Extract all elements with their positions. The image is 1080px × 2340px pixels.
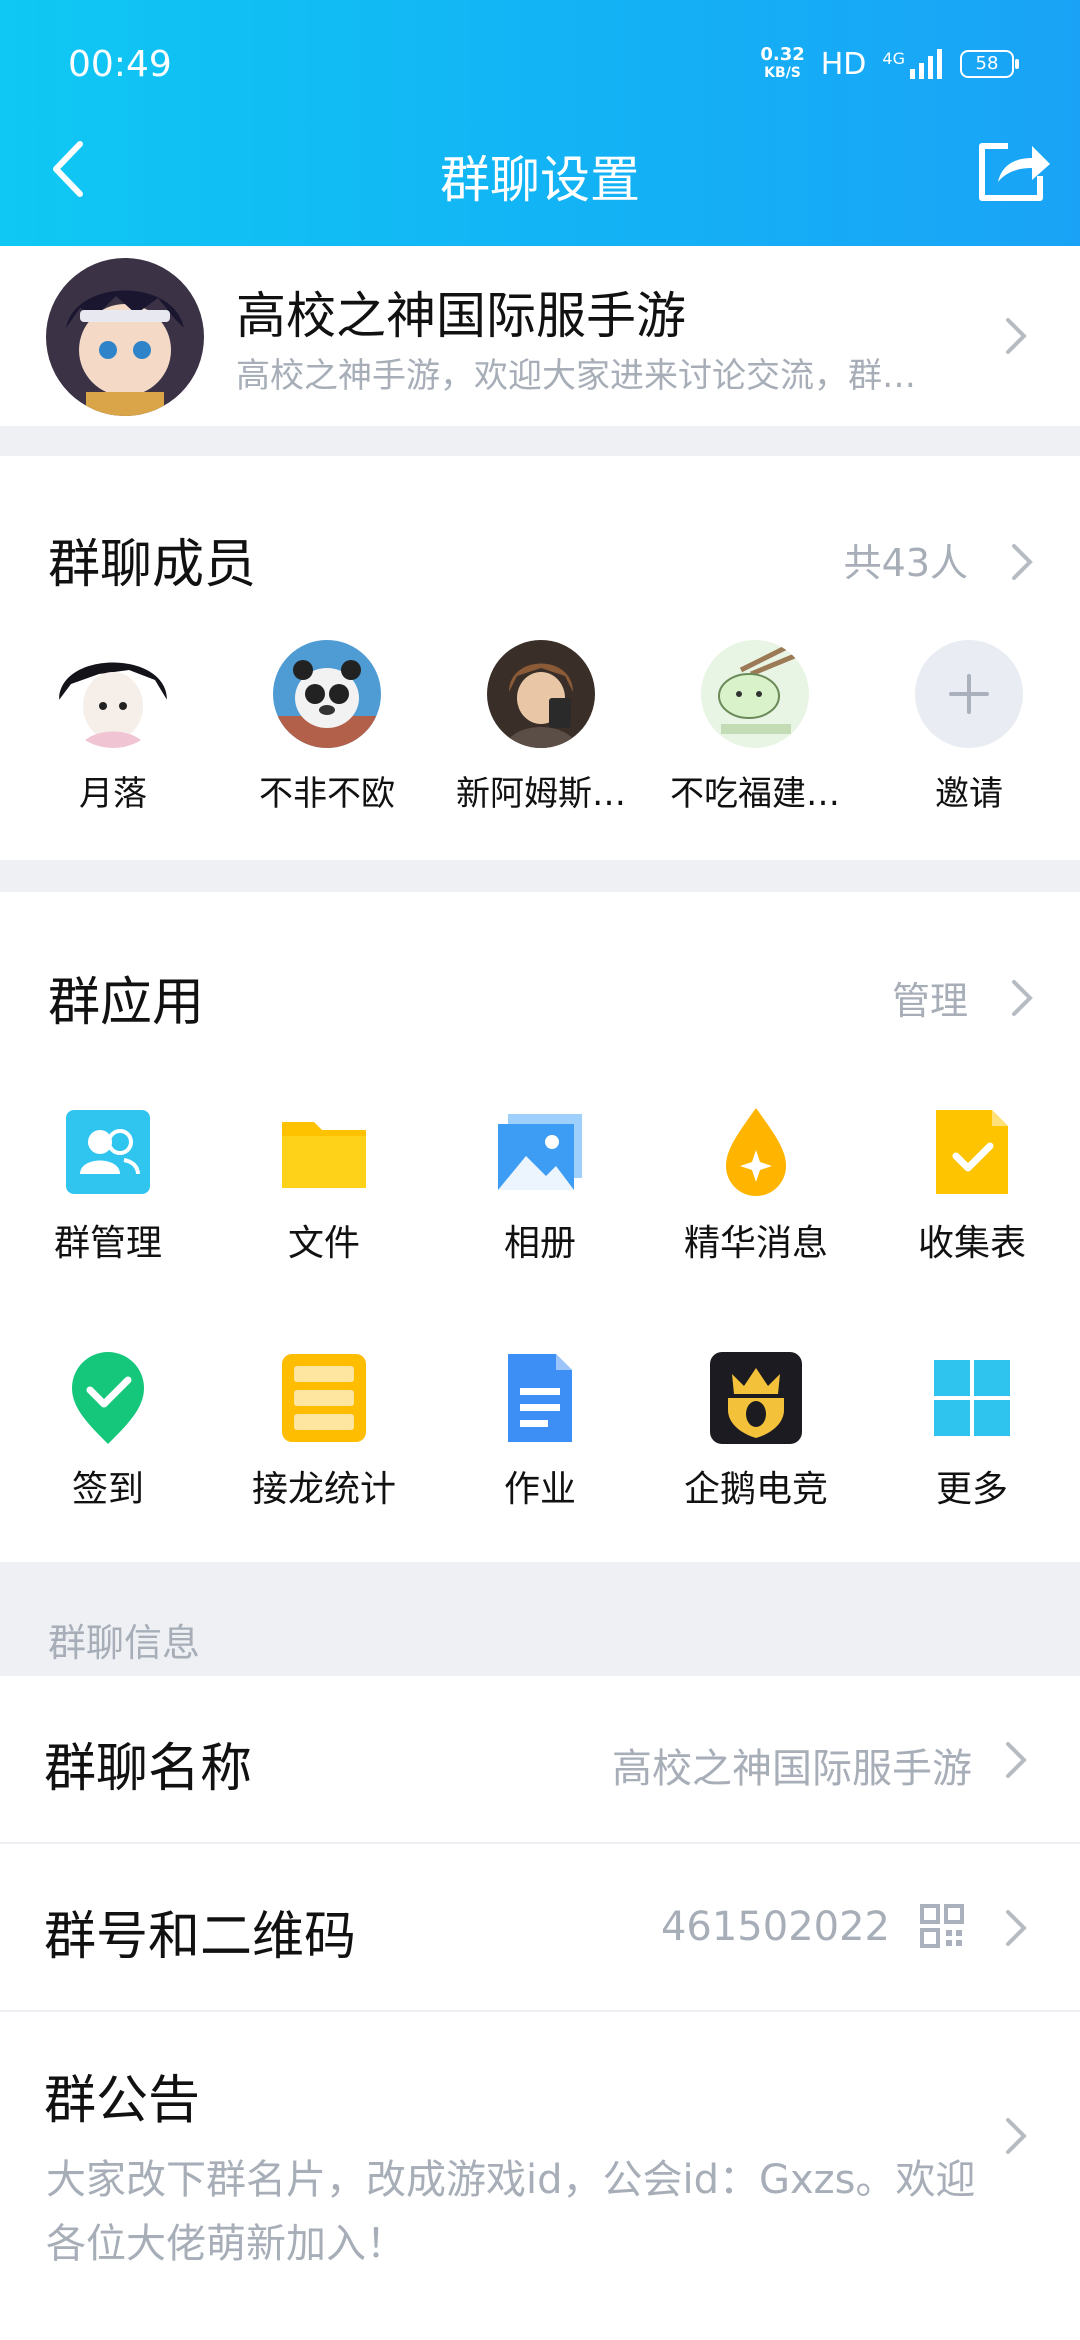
row-label: 群聊名称 — [44, 1739, 253, 1799]
share-icon — [979, 143, 1050, 201]
status-icons: 0.32 KB/S HD 4G 58 — [760, 46, 1019, 82]
member-avatar — [701, 640, 809, 748]
status-time: 00:49 — [68, 44, 172, 85]
invite-label: 邀请 — [935, 774, 1003, 814]
title-bar: 00:49 0.32 KB/S HD 4G 58 群聊设置 — [0, 0, 1080, 246]
chevron-right-icon — [1000, 314, 1030, 358]
chevron-right-icon[interactable] — [1006, 540, 1036, 584]
signal-icon: 4G — [882, 49, 944, 79]
group-info-header: 群聊信息 — [48, 1621, 201, 1665]
apps-title: 群应用 — [48, 973, 205, 1033]
relay-stats-icon — [274, 1348, 374, 1448]
app-album[interactable]: 相册 — [432, 1102, 648, 1266]
member-item[interactable]: 月落 — [18, 640, 208, 815]
group-apps-section: 群应用 管理 群管理 文件 相册 精华消息 收集表 签到 接龙统计 作业 企鹅电… — [0, 892, 1080, 1562]
more-apps-icon — [922, 1348, 1022, 1448]
app-label: 收集表 — [917, 1223, 1026, 1264]
checkin-icon — [58, 1348, 158, 1448]
app-label: 群管理 — [53, 1223, 162, 1264]
chevron-right-icon[interactable] — [1006, 976, 1036, 1020]
essence-icon — [706, 1102, 806, 1202]
app-label: 签到 — [71, 1469, 144, 1510]
qr-code-icon — [920, 1904, 964, 1948]
row-label: 群号和二维码 — [44, 1907, 357, 1967]
group-description: 高校之神手游，欢迎大家进来讨论交流，群… — [236, 356, 916, 396]
chevron-right-icon — [1000, 2114, 1030, 2158]
album-icon — [490, 1102, 590, 1202]
app-relay-stats[interactable]: 接龙统计 — [216, 1348, 432, 1512]
app-penguin-esports[interactable]: 企鹅电竞 — [648, 1348, 864, 1512]
page-title: 群聊设置 — [440, 151, 640, 209]
collect-form-icon — [922, 1102, 1022, 1202]
invite-member-button[interactable]: 邀请 — [874, 640, 1064, 815]
members-title: 群聊成员 — [48, 535, 257, 595]
member-name: 不非不欧 — [259, 774, 395, 814]
app-label: 更多 — [935, 1469, 1008, 1510]
group-avatar[interactable] — [46, 258, 204, 416]
member-item[interactable]: 新阿姆斯… — [446, 640, 636, 815]
member-avatar — [59, 640, 167, 748]
network-speed: 0.32 KB/S — [760, 46, 804, 82]
group-members-section: 群聊成员 共43人 月落 不非不欧 新阿姆斯… 不吃福建… 邀请 — [0, 456, 1080, 860]
app-checkin[interactable]: 签到 — [0, 1348, 216, 1512]
members-count-link[interactable]: 共43人 — [844, 532, 968, 587]
battery-icon: 58 — [960, 50, 1019, 78]
app-group-manage[interactable]: 群管理 — [0, 1102, 216, 1266]
app-collect-form[interactable]: 收集表 — [864, 1102, 1080, 1266]
row-label: 群公告 — [44, 2071, 201, 2131]
app-essence[interactable]: 精华消息 — [648, 1102, 864, 1266]
folder-icon — [274, 1102, 374, 1202]
app-label: 企鹅电竞 — [683, 1469, 828, 1510]
chevron-right-icon — [1000, 1738, 1030, 1782]
member-avatar — [487, 640, 595, 748]
app-files[interactable]: 文件 — [216, 1102, 432, 1266]
notice-text: 大家改下群名片，改成游戏id，公会id：Gxzs。欢迎各位大佬萌新加入！ — [46, 2157, 976, 2267]
group-name: 高校之神国际服手游 — [236, 287, 686, 345]
chevron-right-icon — [1000, 1906, 1030, 1950]
app-label: 精华消息 — [683, 1223, 828, 1264]
network-type: 4G — [882, 49, 905, 68]
group-name-row[interactable]: 群聊名称 高校之神国际服手游 — [0, 1676, 1080, 1842]
app-more[interactable]: 更多 — [864, 1348, 1080, 1512]
member-name: 不吃福建… — [670, 774, 840, 814]
row-value: 高校之神国际服手游 — [612, 1746, 972, 1792]
hd-indicator: HD — [820, 46, 867, 82]
app-label: 相册 — [503, 1223, 576, 1264]
member-name: 新阿姆斯… — [456, 774, 626, 814]
apps-manage-link[interactable]: 管理 — [892, 970, 968, 1025]
add-icon — [915, 640, 1023, 748]
member-avatar — [273, 640, 381, 748]
share-button[interactable] — [974, 136, 1054, 206]
speed-unit: KB/S — [764, 65, 801, 81]
member-item[interactable]: 不吃福建… — [660, 640, 850, 815]
member-name: 月落 — [79, 774, 147, 814]
speed-value: 0.32 — [760, 44, 805, 65]
group-manage-icon — [58, 1102, 158, 1202]
member-item[interactable]: 不非不欧 — [232, 640, 422, 815]
homework-icon — [490, 1348, 590, 1448]
penguin-esports-icon — [706, 1348, 806, 1448]
group-info-list: 群聊名称 高校之神国际服手游 群号和二维码 461502022 群公告 大家改下… — [0, 1676, 1080, 2340]
group-number: 461502022 — [660, 1904, 890, 1950]
group-profile-card[interactable]: 高校之神国际服手游 高校之神手游，欢迎大家进来讨论交流，群… — [0, 246, 1080, 426]
group-number-row[interactable]: 群号和二维码 461502022 — [0, 1844, 1080, 2010]
app-label: 作业 — [503, 1469, 576, 1510]
app-homework[interactable]: 作业 — [432, 1348, 648, 1512]
app-label: 接龙统计 — [251, 1469, 396, 1510]
app-label: 文件 — [287, 1223, 360, 1264]
